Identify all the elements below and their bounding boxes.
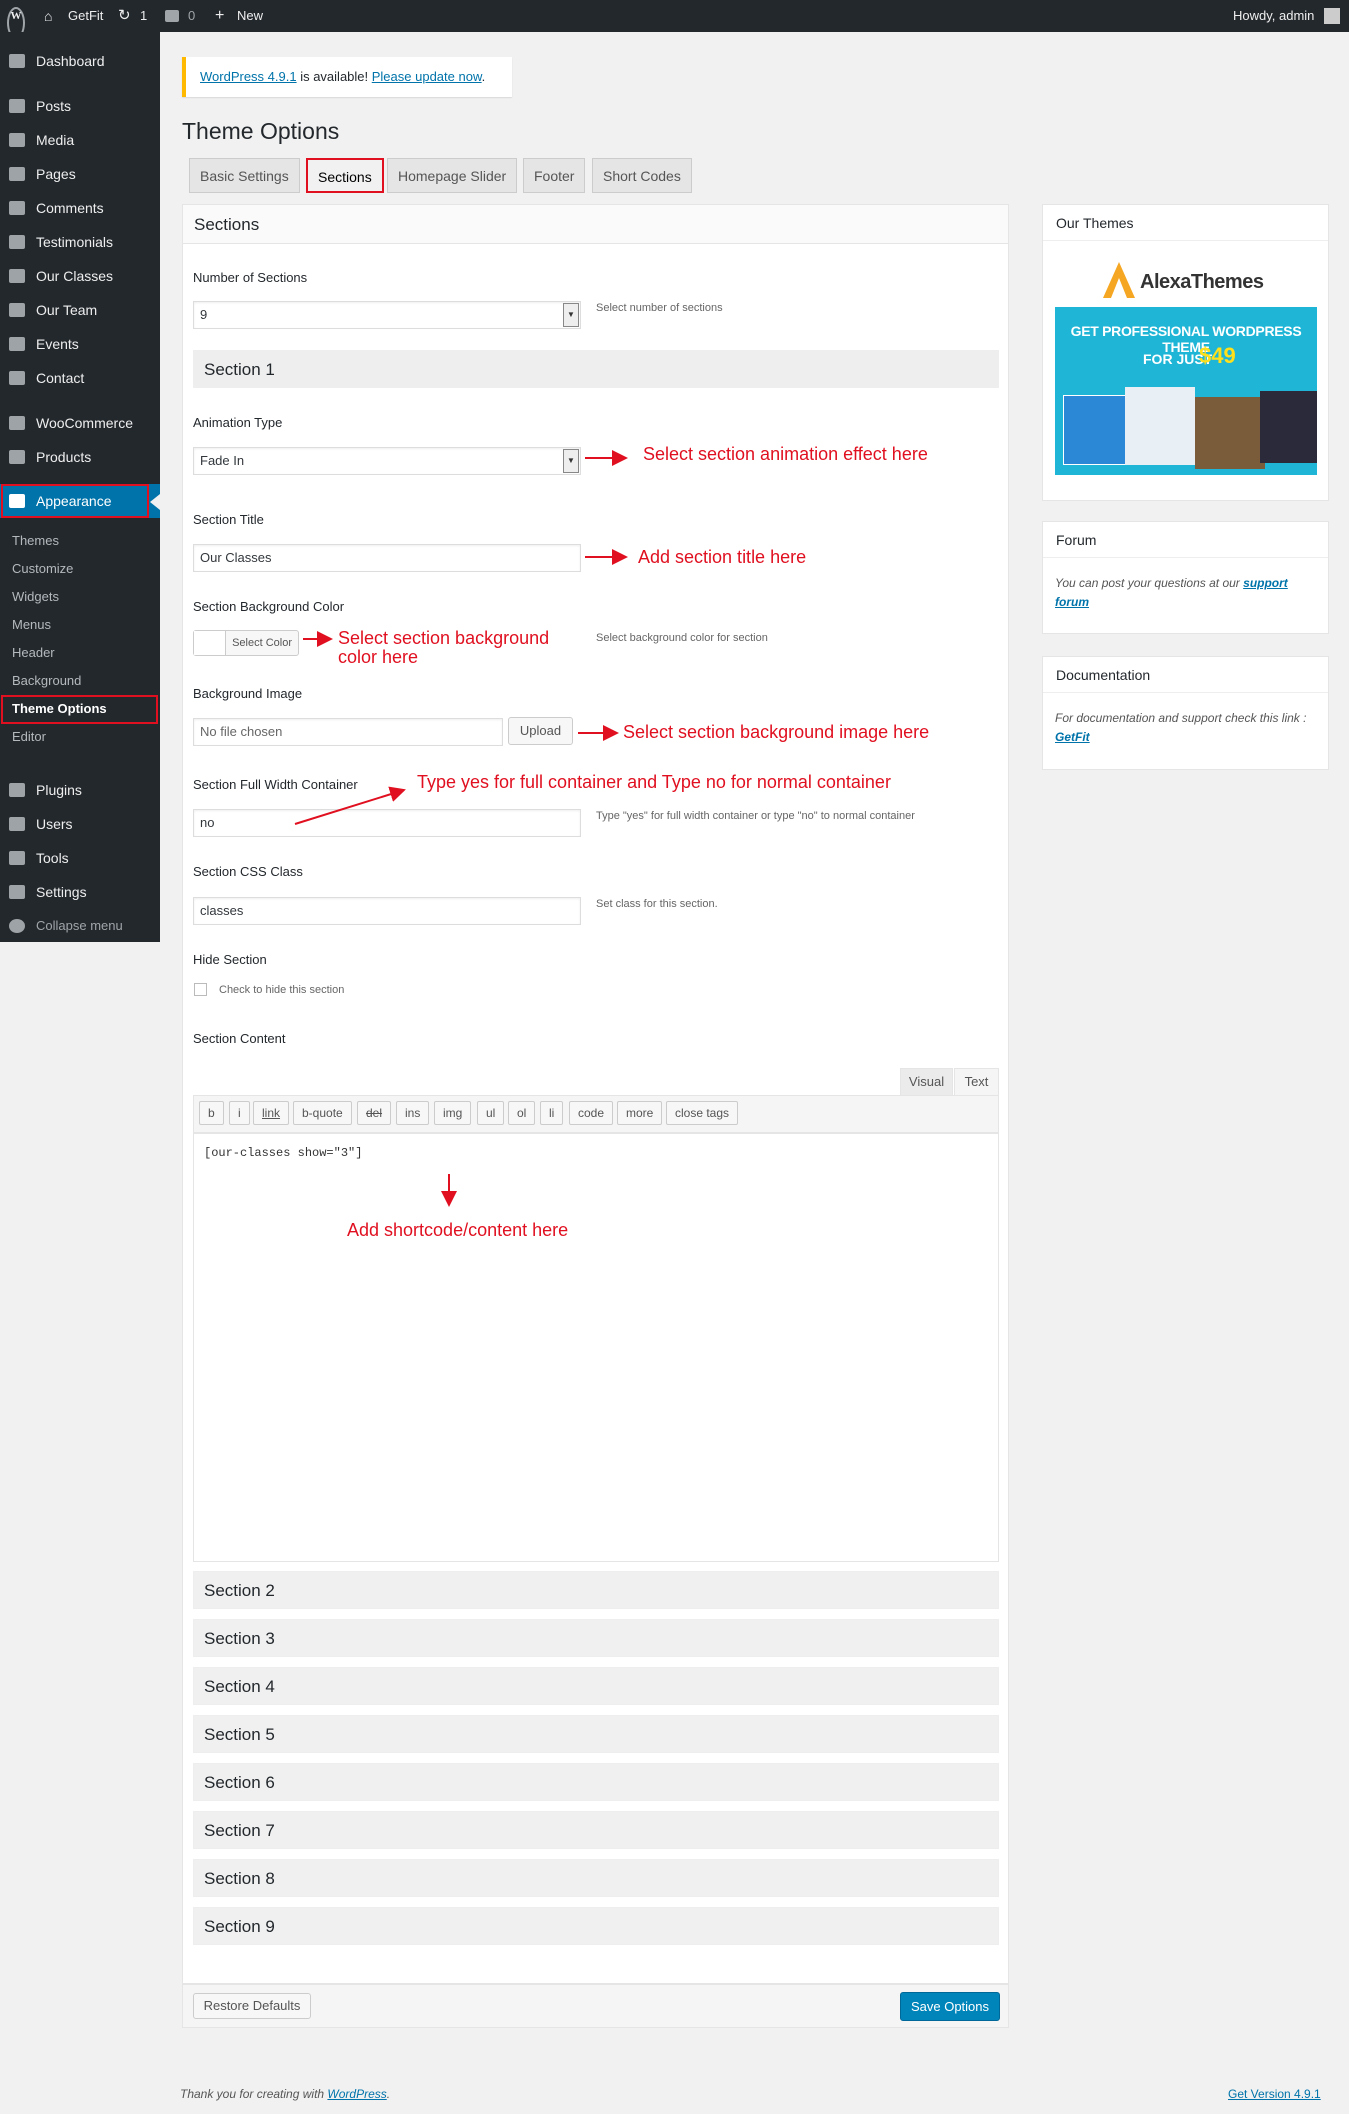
promo-price: $49 bbox=[1199, 343, 1236, 368]
promo-banner[interactable]: GET PROFESSIONAL WORDPRESS THEME FOR JUS… bbox=[1055, 307, 1317, 475]
alexathemes-logo-icon bbox=[1103, 262, 1135, 298]
forum-box: Forum You can post your questions at our… bbox=[1042, 521, 1329, 634]
footer-thanks-text: Thank you for creating with bbox=[180, 2087, 325, 2101]
footer-thanks: Thank you for creating with WordPress. bbox=[180, 2087, 391, 2101]
our-themes-box: Our Themes AlexaThemes GET PROFESSIONAL … bbox=[1042, 204, 1329, 501]
alexathemes-brand: AlexaThemes bbox=[1140, 271, 1264, 293]
forum-text-body: You can post your questions at our bbox=[1055, 576, 1240, 590]
our-themes-title: Our Themes bbox=[1043, 205, 1328, 241]
documentation-box: Documentation For documentation and supp… bbox=[1042, 656, 1329, 770]
forum-title: Forum bbox=[1043, 522, 1328, 558]
footer-wordpress-link[interactable]: WordPress bbox=[327, 2087, 386, 2101]
get-version-link[interactable]: Get Version 4.9.1 bbox=[1228, 2087, 1321, 2101]
forum-text: You can post your questions at our suppo… bbox=[1055, 574, 1317, 612]
documentation-text-body: For documentation and support check this… bbox=[1055, 711, 1307, 725]
alexathemes-logo[interactable] bbox=[1102, 260, 1136, 303]
theme-preview-image bbox=[1260, 391, 1317, 463]
theme-preview-image bbox=[1125, 387, 1195, 465]
documentation-title: Documentation bbox=[1043, 657, 1328, 693]
theme-preview-image bbox=[1063, 395, 1133, 465]
theme-preview-image bbox=[1195, 397, 1265, 469]
arrow-full-width bbox=[294, 786, 406, 825]
getfit-link[interactable]: GetFit bbox=[1055, 730, 1090, 744]
documentation-text: For documentation and support check this… bbox=[1055, 709, 1323, 747]
